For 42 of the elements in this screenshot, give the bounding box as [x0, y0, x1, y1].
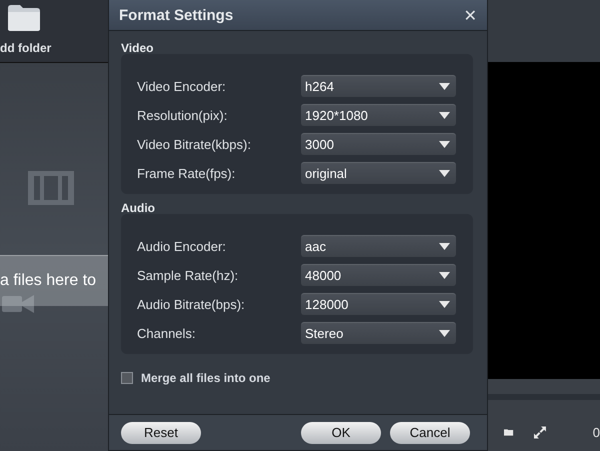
- dropdown[interactable]: original: [301, 162, 456, 184]
- dialog-title: Format Settings: [119, 6, 234, 24]
- field-label: Audio Bitrate(bps):: [137, 296, 245, 312]
- close-button[interactable]: ✕: [462, 6, 479, 24]
- caret-icon: [439, 83, 450, 90]
- drop-hint-text: a files here to: [0, 272, 96, 290]
- dialog-button[interactable]: OK: [301, 422, 381, 444]
- fullscreen-icon[interactable]: [534, 424, 546, 441]
- caret-icon: [439, 112, 450, 119]
- add-folder-label[interactable]: dd folder: [0, 41, 52, 55]
- dialog-button[interactable]: Cancel: [390, 422, 470, 444]
- checkbox-label[interactable]: Merge all files into one: [141, 371, 270, 385]
- dropdown[interactable]: 1920*1080: [301, 104, 456, 126]
- caret-icon: [439, 330, 450, 337]
- section-title: Audio: [121, 201, 156, 214]
- folder-icon[interactable]: [6, 4, 42, 32]
- drop-area[interactable]: a files here to: [0, 63, 108, 451]
- field-label: Audio Encoder:: [137, 238, 226, 254]
- dropdown[interactable]: 3000: [301, 133, 456, 155]
- dialog-button[interactable]: Reset: [121, 422, 201, 444]
- field-label: Frame Rate(fps):: [137, 166, 236, 180]
- film-strip-icon: [28, 171, 74, 205]
- caret-icon: [439, 272, 450, 279]
- dropdown[interactable]: aac: [301, 235, 456, 257]
- caret-icon: [439, 301, 450, 308]
- field-label: Video Bitrate(kbps):: [137, 136, 251, 152]
- folder-icon[interactable]: [504, 427, 514, 438]
- dropdown[interactable]: 48000: [301, 264, 456, 286]
- field-label: Resolution(pix):: [137, 108, 228, 122]
- caret-icon: [439, 141, 450, 148]
- time-readout: 0: [592, 425, 600, 440]
- video-camera-icon: [2, 293, 34, 315]
- dropdown[interactable]: h264: [301, 75, 456, 97]
- caret-icon: [439, 243, 450, 250]
- field-label: Channels:: [137, 326, 196, 340]
- caret-icon: [439, 170, 450, 177]
- section-title: Video: [121, 41, 154, 54]
- field-label: Video Encoder:: [137, 78, 226, 94]
- dropdown[interactable]: 128000: [301, 293, 456, 315]
- dropdown[interactable]: Stereo: [301, 322, 456, 344]
- field-label: Sample Rate(hz):: [137, 268, 238, 282]
- checkbox[interactable]: [121, 372, 133, 384]
